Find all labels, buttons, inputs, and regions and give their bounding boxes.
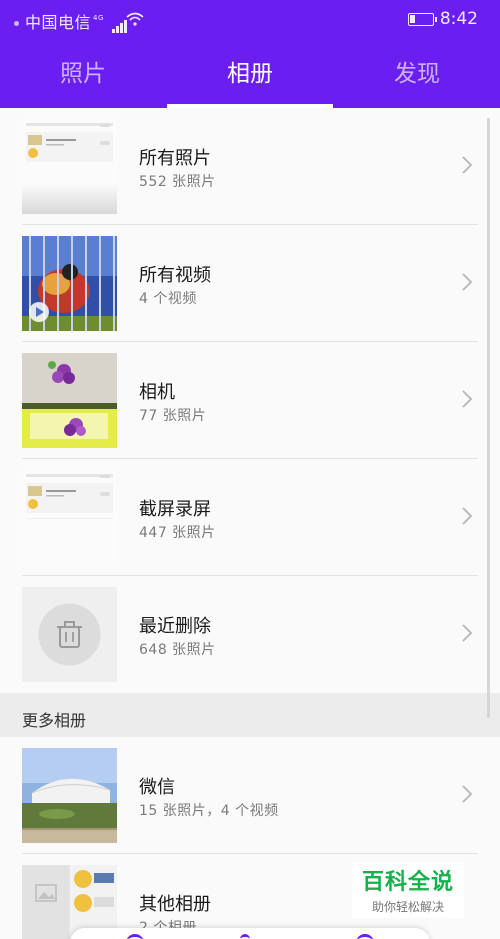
tab-photos[interactable]: 照片 [0, 40, 166, 108]
section-header-more-albums: 更多相册 [0, 693, 500, 737]
notification-dot [14, 21, 19, 26]
album-name: 其他相册 [139, 894, 211, 915]
chevron-right-icon [462, 390, 473, 408]
action-icon[interactable] [356, 934, 374, 939]
section-title: 更多相册 [22, 711, 87, 730]
album-recently-deleted[interactable]: 最近删除 648 张照片 [0, 576, 500, 693]
wifi-icon [126, 12, 144, 26]
album-thumbnail [22, 119, 117, 214]
action-icon[interactable] [240, 934, 250, 939]
chevron-right-icon [462, 156, 473, 174]
chevron-right-icon [462, 624, 473, 642]
carrier-name: 中国电信 [25, 13, 92, 32]
screenshot-thumbnail-icon [22, 119, 117, 214]
trash-icon [38, 603, 101, 666]
album-count: 552 张照片 [139, 174, 216, 190]
watermark-title: 百科全说 [361, 870, 454, 895]
album-all-videos[interactable]: 所有视频 4 个视频 [0, 225, 500, 342]
album-count: 15 张照片，4 个视频 [139, 803, 279, 819]
album-name: 所有照片 [139, 148, 211, 169]
album-name: 微信 [139, 777, 175, 798]
screenshot-thumbnail-icon [22, 470, 117, 565]
watermark: 百科全说 助你轻松解决 [352, 862, 464, 918]
action-icon[interactable] [126, 934, 144, 939]
album-camera[interactable]: 相机 77 张照片 [0, 342, 500, 459]
chevron-right-icon [462, 785, 473, 803]
tab-albums[interactable]: 相册 [167, 40, 333, 108]
chevron-right-icon [462, 273, 473, 291]
album-thumbnail [22, 353, 117, 448]
watermark-subtitle: 助你轻松解决 [371, 900, 444, 914]
album-thumbnail [22, 236, 117, 331]
clock: 8:42 [439, 9, 478, 29]
tab-discover[interactable]: 发现 [334, 40, 500, 108]
album-thumbnail [22, 748, 117, 843]
album-count: 4 个视频 [139, 291, 197, 307]
tab-albums-label: 相册 [227, 61, 273, 87]
camera-thumbnail-icon [22, 353, 117, 448]
album-name: 所有视频 [139, 265, 211, 286]
album-count: 648 张照片 [139, 642, 216, 658]
album-thumbnail [22, 587, 117, 682]
album-name: 最近删除 [139, 616, 211, 637]
status-bar: 中国电信 4G 8:42 [0, 0, 500, 40]
carrier-info: 中国电信 4G [14, 9, 128, 33]
video-thumbnail-icon [22, 236, 117, 331]
album-name: 截屏录屏 [139, 499, 211, 520]
tab-discover-label: 发现 [394, 61, 440, 87]
album-count: 447 张照片 [139, 525, 216, 541]
album-wechat[interactable]: 微信 15 张照片，4 个视频 [0, 737, 500, 854]
album-count: 77 张照片 [139, 408, 207, 424]
tab-bar: 照片 相册 发现 [0, 40, 500, 108]
chevron-right-icon [462, 507, 473, 525]
network-type: 4G [93, 14, 104, 22]
tab-photos-label: 照片 [60, 61, 106, 87]
album-thumbnail [22, 470, 117, 565]
album-all-photos[interactable]: 所有照片 552 张照片 [0, 108, 500, 225]
stadium-thumbnail-icon [22, 748, 117, 843]
scrollbar[interactable] [487, 118, 490, 718]
album-screenshots[interactable]: 截屏录屏 447 张照片 [0, 459, 500, 576]
album-name: 相机 [139, 382, 175, 403]
bottom-action-bar[interactable] [70, 928, 430, 939]
battery-icon [408, 13, 437, 26]
